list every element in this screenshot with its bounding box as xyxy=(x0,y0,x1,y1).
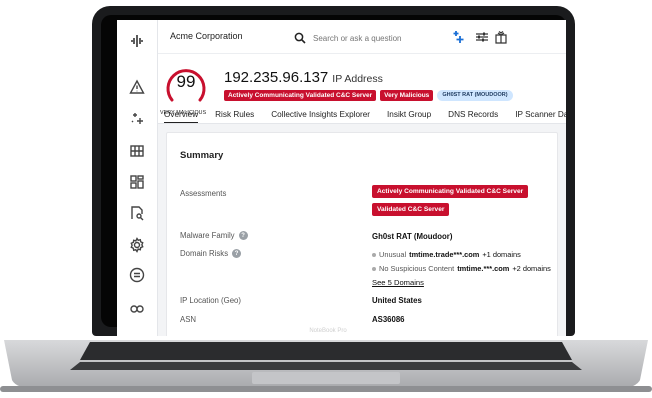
ip-address: 192.235.96.137 xyxy=(224,69,329,86)
domain-link[interactable]: tmtime.***.com xyxy=(457,264,509,273)
main-content: Summary Assessments Actively Communicati… xyxy=(158,124,566,336)
app-logo-icon[interactable] xyxy=(128,32,146,50)
bullet-icon xyxy=(372,252,376,257)
domain-risks-label: Domain Risks? xyxy=(180,249,242,258)
tab-ip-scanner-data[interactable]: IP Scanner Data xyxy=(515,110,566,123)
summary-title: Summary xyxy=(180,150,224,161)
help-icon[interactable]: ? xyxy=(232,249,242,258)
search-box[interactable] xyxy=(294,28,440,48)
search-input[interactable] xyxy=(313,33,433,43)
tab-risk-rules[interactable]: Risk Rules xyxy=(215,110,254,123)
package-icon[interactable] xyxy=(494,30,508,44)
settings-icon[interactable] xyxy=(128,236,146,254)
entity-type: IP Address xyxy=(332,73,383,85)
top-bar: Acme Corporation xyxy=(158,20,566,54)
ip-location-value: United States xyxy=(372,296,422,305)
laptop-keyboard-deck xyxy=(0,340,652,392)
link-icon[interactable] xyxy=(128,300,146,318)
tab-bar: Overview Risk Rules Collective Insights … xyxy=(164,110,566,123)
tag-actively-communicating[interactable]: Actively Communicating Validated C&C Ser… xyxy=(224,90,377,101)
asn-label: ASN xyxy=(180,315,197,324)
ip-location-label: IP Location (Geo) xyxy=(180,296,241,305)
left-nav xyxy=(117,20,158,336)
malware-family-value: Gh0st RAT (Moudoor) xyxy=(372,232,453,241)
malware-family-label: Malware Family? xyxy=(180,231,248,240)
help-icon[interactable]: ? xyxy=(238,231,248,240)
entity-title: 192.235.96.137 IP Address xyxy=(224,69,383,86)
tag-malware-family[interactable]: GH0ST RAT (MOUDOOR) xyxy=(437,90,513,101)
tab-collective-insights-explorer[interactable]: Collective Insights Explorer xyxy=(271,110,370,123)
assessment-pill-1[interactable]: Actively Communicating Validated C&C Ser… xyxy=(372,185,529,198)
tab-overview[interactable]: Overview xyxy=(164,110,199,123)
domain-link[interactable]: tmtime.trade***.com xyxy=(409,250,479,259)
filter-sliders-icon[interactable] xyxy=(475,30,489,44)
summary-card: Summary Assessments Actively Communicati… xyxy=(166,132,558,336)
domain-risk-2: No Suspicious Content tmtime.***.com +2 … xyxy=(372,264,551,273)
alert-icon[interactable] xyxy=(128,78,146,96)
see-domains-link[interactable]: See 5 Domains xyxy=(372,278,424,287)
search-icon xyxy=(294,32,306,44)
asn-value: AS36086 xyxy=(372,315,405,324)
assessment-pill-2[interactable]: Validated C&C Server xyxy=(372,203,450,216)
dashboard-icon[interactable] xyxy=(128,173,146,191)
tab-insikt-group[interactable]: Insikt Group xyxy=(387,110,431,123)
menu-circle-icon[interactable] xyxy=(128,266,146,284)
sparkle-icon[interactable] xyxy=(128,110,146,128)
tag-very-malicious[interactable]: Very Malicious xyxy=(380,90,434,101)
entity-header: 99 VERY MALICIOUS 192.235.96.137 IP Addre… xyxy=(158,54,566,124)
domain-risk-1: Unusual tmtime.trade***.com +1 domains xyxy=(372,250,521,259)
app-screen: Acme Corporation 99 VERY MALICIOUS 192.2… xyxy=(117,20,566,336)
risk-score: 99 xyxy=(176,72,196,91)
bullet-icon xyxy=(372,266,376,271)
organization-name[interactable]: Acme Corporation xyxy=(170,31,243,41)
header-tags: Actively Communicating Validated C&C Ser… xyxy=(224,90,513,101)
assessments-label: Assessments xyxy=(180,189,227,198)
ai-sparkle-icon[interactable] xyxy=(451,30,465,44)
document-search-icon[interactable] xyxy=(128,204,146,222)
tab-dns-records[interactable]: DNS Records xyxy=(448,110,498,123)
table-icon[interactable] xyxy=(128,142,146,160)
